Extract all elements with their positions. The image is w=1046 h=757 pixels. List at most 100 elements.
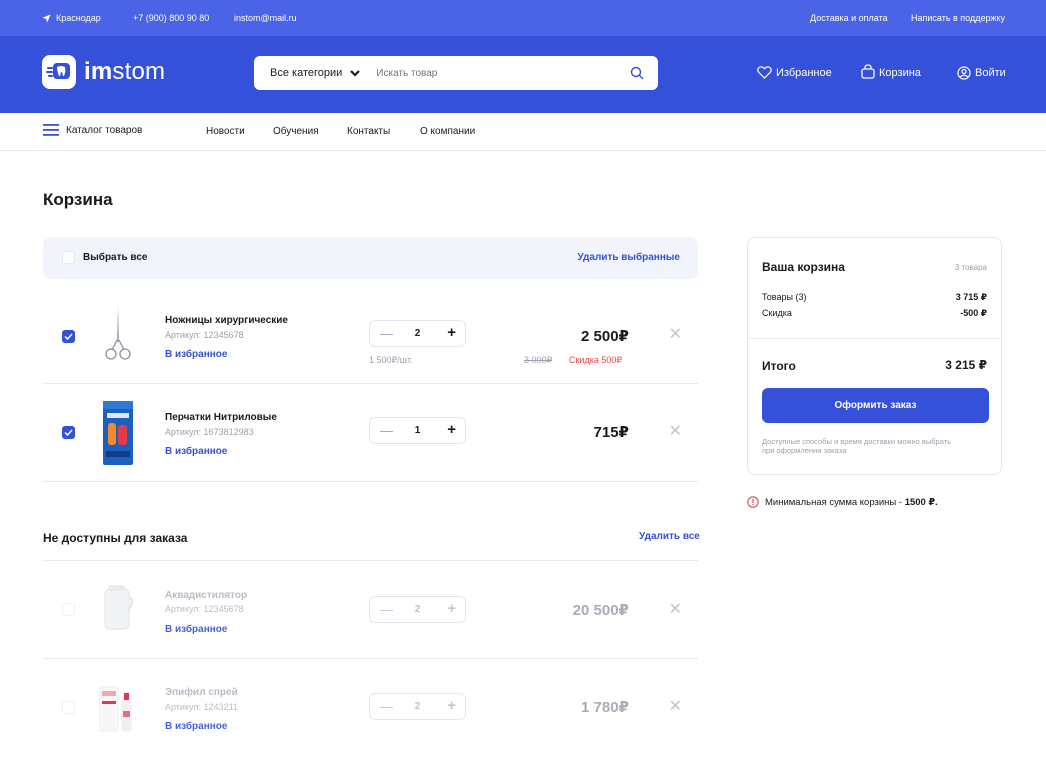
logo[interactable]: imstom	[42, 55, 165, 89]
item-name[interactable]: Ножницы хирургические	[165, 315, 288, 326]
unavailable-item-row: Эпифил спрей Артикул: 1243211 В избранно…	[43, 659, 698, 757]
cart-label: Корзина	[879, 67, 921, 79]
checkmark-icon	[64, 333, 73, 340]
item-article: Артикул: 12345678	[165, 604, 244, 614]
remove-item-button[interactable]: ✕	[669, 324, 682, 344]
page-title: Корзина	[43, 190, 113, 209]
item-article: Артикул: 1243211	[165, 702, 238, 712]
quantity-stepper: — 2 +	[369, 596, 466, 623]
delete-selected-button[interactable]: Удалить выбранные	[577, 252, 680, 263]
top-bar: Краснодар +7 (900) 800 90 80 instom@mail…	[0, 0, 1046, 36]
quantity-stepper: — 1 +	[369, 417, 466, 444]
heart-icon	[757, 66, 772, 79]
add-to-favorites-link[interactable]: В избранное	[165, 721, 227, 732]
remove-item-button[interactable]: ✕	[669, 421, 682, 441]
product-image-scissors[interactable]	[101, 304, 135, 367]
item-price: 2 500₽	[581, 328, 629, 345]
chevron-down-icon	[350, 69, 361, 77]
hamburger-menu-icon	[43, 124, 59, 136]
item-checkbox	[62, 603, 75, 616]
login-link[interactable]: Войти	[957, 66, 1006, 80]
add-to-favorites-link[interactable]: В избранное	[165, 624, 227, 635]
category-dropdown[interactable]: Все категории	[270, 67, 361, 79]
product-image-gloves[interactable]	[98, 399, 138, 472]
summary-title: Ваша корзина	[762, 260, 845, 274]
remove-item-button[interactable]: ✕	[669, 599, 682, 619]
min-sum-value: 1500 ₽.	[904, 496, 938, 508]
add-to-favorites-link[interactable]: В избранное	[165, 446, 227, 457]
unavailable-item-row: Аквадистилятор Артикул: 12345678 В избра…	[43, 561, 698, 659]
logo-mark-icon	[42, 55, 76, 89]
category-label: Все категории	[270, 67, 343, 79]
delivery-note: Доступные способы и время доставки можно…	[762, 437, 952, 455]
search-input[interactable]	[376, 67, 617, 79]
search-bar: Все категории	[254, 56, 658, 90]
user-circle-icon	[957, 66, 971, 80]
quantity-stepper: — 2 +	[369, 320, 466, 347]
favorites-link[interactable]: Избранное	[757, 66, 832, 79]
unavailable-section-title: Не доступны для заказа	[43, 531, 188, 545]
item-checkbox[interactable]	[62, 426, 75, 439]
location-arrow-icon	[42, 13, 51, 23]
delivery-link[interactable]: Доставка и оплата	[810, 13, 888, 23]
logo-text: imstom	[84, 58, 166, 85]
select-all-bar: Выбрать все Удалить выбранные	[43, 237, 698, 279]
menu-item-about[interactable]: О компании	[420, 126, 475, 137]
shopping-bag-icon	[861, 63, 875, 79]
item-checkbox	[62, 701, 75, 714]
email-link[interactable]: instom@mail.ru	[234, 13, 297, 23]
favorites-label: Избранное	[776, 66, 832, 79]
item-price: 1 780₽	[581, 699, 629, 716]
divider	[748, 338, 1001, 339]
min-sum-text: Минимальная сумма корзины -	[765, 496, 905, 508]
delete-all-button[interactable]: Удалить все	[639, 531, 700, 542]
menu-item-courses[interactable]: Обучения	[273, 126, 319, 137]
alert-circle-icon	[747, 496, 759, 508]
goods-value: 3 715 ₽	[955, 292, 987, 302]
item-price: 20 500₽	[572, 602, 629, 619]
increase-button: +	[447, 697, 456, 714]
city-selector[interactable]: Краснодар	[42, 13, 101, 23]
place-order-button[interactable]: Оформить заказ	[762, 388, 989, 423]
header: imstom Все категории Избранное Корзина В…	[0, 36, 1046, 113]
catalog-button[interactable]: Каталог товаров	[43, 124, 142, 136]
increase-button[interactable]: +	[447, 324, 456, 341]
quantity-stepper: — 2 +	[369, 693, 466, 720]
item-name[interactable]: Аквадистилятор	[165, 590, 247, 601]
increase-button: +	[447, 600, 456, 617]
menu-item-contacts[interactable]: Контакты	[347, 126, 390, 137]
cart-item-row: Ножницы хирургические Артикул: 12345678 …	[43, 286, 698, 384]
select-all-checkbox[interactable]	[62, 251, 75, 264]
discount-label: Скидка 500₽	[569, 355, 623, 365]
item-name[interactable]: Эпифил спрей	[165, 687, 238, 698]
item-article: Артикул: 1673812983	[165, 427, 254, 437]
discount-label: Скидка	[762, 308, 792, 318]
total-value: 3 215 ₽	[945, 358, 987, 372]
login-label: Войти	[975, 67, 1006, 79]
item-price: 715₽	[593, 424, 629, 441]
total-label: Итого	[762, 359, 796, 373]
summary-count: 3 товара	[954, 263, 987, 272]
discount-value: -500 ₽	[960, 308, 987, 318]
support-link[interactable]: Написать в поддержку	[911, 13, 1005, 23]
city-label: Краснодар	[56, 13, 101, 23]
product-image-distiller[interactable]	[101, 583, 135, 638]
checkmark-icon	[64, 429, 73, 436]
item-article: Артикул: 12345678	[165, 330, 244, 340]
increase-button[interactable]: +	[447, 421, 456, 438]
unit-price: 1 500₽/шт.	[369, 355, 413, 365]
min-sum-notice: Минимальная сумма корзины - 1500 ₽.	[747, 496, 938, 508]
item-checkbox[interactable]	[62, 330, 75, 343]
item-name[interactable]: Перчатки Нитриловые	[165, 412, 277, 423]
phone-link[interactable]: +7 (900) 800 90 80	[133, 13, 209, 23]
goods-label: Товары (3)	[762, 292, 807, 302]
cart-summary: Ваша корзина 3 товара Товары (3) 3 715 ₽…	[747, 237, 1002, 475]
product-image-spray[interactable]	[98, 681, 136, 738]
remove-item-button[interactable]: ✕	[669, 696, 682, 716]
cart-item-row: Перчатки Нитриловые Артикул: 1673812983 …	[43, 384, 698, 482]
cart-link[interactable]: Корзина	[861, 63, 921, 79]
add-to-favorites-link[interactable]: В избранное	[165, 349, 227, 360]
old-price: 3 000₽	[524, 355, 553, 365]
search-icon[interactable]	[630, 66, 644, 80]
menu-item-news[interactable]: Новости	[206, 126, 245, 137]
